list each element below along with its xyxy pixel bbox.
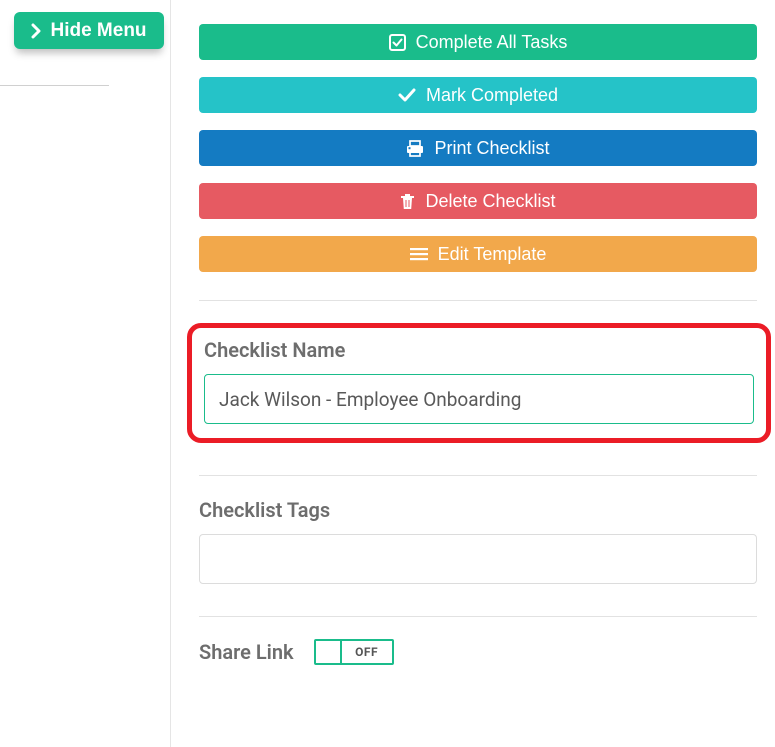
print-checklist-button[interactable]: Print Checklist (199, 130, 757, 166)
sidebar-divider (0, 85, 109, 86)
hide-menu-label: Hide Menu (50, 20, 146, 42)
trash-icon (400, 193, 415, 210)
checklist-tags-label: Checklist Tags (199, 498, 757, 522)
divider (199, 300, 757, 301)
checklist-tags-input[interactable] (199, 534, 757, 584)
print-checklist-label: Print Checklist (434, 138, 549, 159)
share-link-label: Share Link (199, 640, 294, 664)
toggle-handle (316, 641, 342, 663)
delete-checklist-button[interactable]: Delete Checklist (199, 183, 757, 219)
print-icon (406, 140, 424, 157)
check-square-icon (389, 34, 406, 51)
delete-checklist-label: Delete Checklist (425, 191, 555, 212)
edit-template-label: Edit Template (438, 244, 547, 265)
check-icon (398, 88, 416, 102)
checklist-name-input[interactable] (204, 374, 754, 424)
list-icon (410, 247, 428, 261)
complete-all-tasks-button[interactable]: Complete All Tasks (199, 24, 757, 60)
complete-all-tasks-label: Complete All Tasks (416, 32, 568, 53)
checklist-name-highlight: Checklist Name (187, 323, 771, 443)
checklist-name-label: Checklist Name (204, 338, 754, 362)
divider (199, 475, 757, 476)
share-link-toggle[interactable]: OFF (314, 639, 394, 665)
divider (199, 616, 757, 617)
main-panel: Complete All Tasks Mark Completed Print … (170, 0, 771, 747)
hide-menu-button[interactable]: Hide Menu (14, 12, 164, 49)
chevron-right-icon (31, 23, 42, 39)
mark-completed-label: Mark Completed (426, 85, 558, 106)
mark-completed-button[interactable]: Mark Completed (199, 77, 757, 113)
edit-template-button[interactable]: Edit Template (199, 236, 757, 272)
toggle-state-label: OFF (342, 641, 392, 663)
